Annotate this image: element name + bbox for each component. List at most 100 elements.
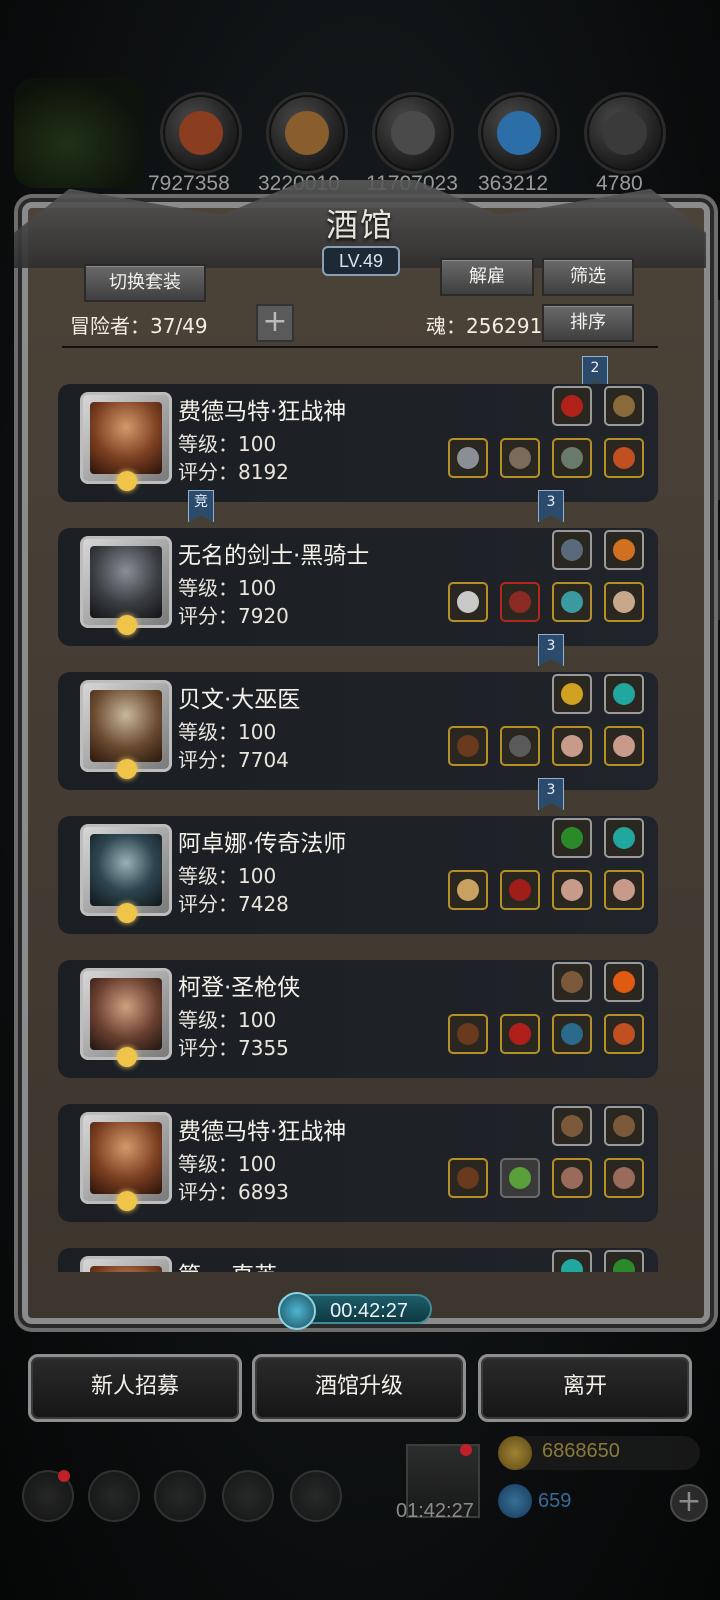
green-tome-icon[interactable] <box>604 1250 644 1272</box>
hero-portrait[interactable] <box>80 680 172 779</box>
add-slot-button[interactable]: + <box>256 304 294 342</box>
shell-icon[interactable] <box>604 582 644 622</box>
empty-armor-slot-icon[interactable] <box>500 1158 540 1198</box>
armor-icon[interactable] <box>500 582 540 622</box>
hero-list[interactable]: 2 费德马特·狂战神 等级：100 评分：8192 竞 3 无名的剑士·黑骑士 … <box>58 352 660 1272</box>
hero-level: 等级：100 <box>178 576 277 600</box>
crossbow-icon[interactable] <box>552 962 592 1002</box>
hero-name: 第一 直英 <box>178 1256 277 1272</box>
sword-icon[interactable] <box>448 582 488 622</box>
wand-icon[interactable] <box>448 870 488 910</box>
hero-name: 贝文·大巫医 <box>178 687 301 713</box>
soul-amount: 魂：256291 <box>426 314 543 338</box>
bracer-icon[interactable] <box>552 1158 592 1198</box>
hero-card[interactable]: 柯登·圣枪侠 等级：100 评分：7355 <box>58 960 658 1078</box>
moon-icon <box>117 1047 137 1067</box>
hero-score: 评分：7920 <box>178 604 289 628</box>
crossbow-icon[interactable] <box>604 1106 644 1146</box>
hero-name: 柯登·圣枪侠 <box>178 975 301 1001</box>
recruit-button[interactable]: 新人招募 <box>28 1354 242 1422</box>
hero-card[interactable]: 阿卓娜·传奇法师 等级：100 评分：7428 <box>58 816 658 934</box>
equipment-set-ribbon: 3 <box>538 634 564 666</box>
bracer-icon[interactable] <box>552 726 592 766</box>
hero-score: 评分：7355 <box>178 1036 289 1060</box>
panel-title: 酒馆 <box>325 206 394 244</box>
teal-gem-icon[interactable] <box>604 818 644 858</box>
fire-orb-icon[interactable] <box>604 962 644 1002</box>
hero-portrait[interactable] <box>80 824 172 923</box>
spear-icon[interactable] <box>448 1014 488 1054</box>
hero-card[interactable]: 第一 直英 <box>58 1248 658 1272</box>
meat-amount: 7927358 <box>148 172 230 195</box>
hero-card[interactable]: 费德马特·狂战神 等级：100 评分：6893 <box>58 1104 658 1222</box>
tavern-upgrade-button[interactable]: 酒馆升级 <box>252 1354 466 1422</box>
gem-amount: 659 <box>538 1490 572 1512</box>
hero-score: 评分：6893 <box>178 1180 289 1204</box>
ring-icon[interactable] <box>604 438 644 478</box>
crossbow-icon[interactable] <box>552 1106 592 1146</box>
pickaxe-icon[interactable] <box>604 386 644 426</box>
armor-icon[interactable] <box>500 438 540 478</box>
axe-icon[interactable] <box>448 438 488 478</box>
dismiss-button[interactable]: 解雇 <box>440 258 534 296</box>
scroll-icon[interactable] <box>552 386 592 426</box>
hero-card[interactable]: 费德马特·狂战神 等级：100 评分：8192 <box>58 384 658 502</box>
boots-icon[interactable] <box>552 438 592 478</box>
filter-button[interactable]: 筛选 <box>542 258 634 296</box>
switch-outfit-button[interactable]: 切换套装 <box>84 264 206 302</box>
hero-level: 等级：100 <box>178 864 277 888</box>
clock-icon <box>278 1292 316 1330</box>
hero-portrait[interactable] <box>80 536 172 635</box>
bracer-icon[interactable] <box>604 870 644 910</box>
book-icon[interactable] <box>552 530 592 570</box>
hero-name: 费德马特·狂战神 <box>178 1119 347 1145</box>
notification-dot <box>460 1444 472 1456</box>
sort-button[interactable]: 排序 <box>542 304 634 342</box>
hero-portrait[interactable] <box>80 968 172 1067</box>
bracer-icon[interactable] <box>552 870 592 910</box>
axe-icon[interactable] <box>448 1158 488 1198</box>
teal-gem-icon[interactable] <box>552 1250 592 1272</box>
hero-score: 评分：7428 <box>178 892 289 916</box>
hero-level: 等级：100 <box>178 432 277 456</box>
emblem-icon[interactable] <box>552 674 592 714</box>
bracer-icon[interactable] <box>604 726 644 766</box>
moon-icon <box>117 759 137 779</box>
gift-timer: 01:42:27 <box>396 1500 474 1522</box>
iron-icon[interactable] <box>584 92 666 174</box>
tavern-level-badge: LV.49 <box>322 246 400 276</box>
hero-name: 阿卓娜·传奇法师 <box>178 831 347 857</box>
stone-icon[interactable] <box>372 92 454 174</box>
leave-button[interactable]: 离开 <box>478 1354 692 1422</box>
amulet-icon[interactable] <box>552 582 592 622</box>
notification-dot <box>58 1470 70 1482</box>
bracer-icon[interactable] <box>604 1158 644 1198</box>
armor-icon[interactable] <box>500 1014 540 1054</box>
robe-icon[interactable] <box>500 870 540 910</box>
hero-score: 评分：8192 <box>178 460 289 484</box>
guild-icon[interactable] <box>88 1470 140 1522</box>
hero-card[interactable]: 贝文·大巫医 等级：100 评分：7704 <box>58 672 658 790</box>
hero-card[interactable]: 无名的剑士·黑骑士 等级：100 评分：7920 <box>58 528 658 646</box>
hero-portrait[interactable] <box>80 1256 172 1272</box>
wood-icon[interactable] <box>266 92 348 174</box>
equipment-set-ribbon: 3 <box>538 490 564 522</box>
meat-icon[interactable] <box>160 92 242 174</box>
hero-portrait[interactable] <box>80 1112 172 1211</box>
pumpkin-icon[interactable] <box>604 530 644 570</box>
hero-portrait[interactable] <box>80 392 172 491</box>
mail-icon[interactable] <box>222 1470 274 1522</box>
arena-tag: 竞 <box>188 490 214 522</box>
green-tome-icon[interactable] <box>552 818 592 858</box>
helmet-icon[interactable] <box>552 1014 592 1054</box>
add-currency-button[interactable]: + <box>670 1484 708 1522</box>
crystal-icon[interactable] <box>478 92 560 174</box>
building-icon[interactable] <box>154 1470 206 1522</box>
hero-name: 无名的剑士·黑骑士 <box>178 543 370 569</box>
teal-gem-icon[interactable] <box>604 674 644 714</box>
staff-icon[interactable] <box>448 726 488 766</box>
backpack-icon[interactable] <box>290 1470 342 1522</box>
ring-icon[interactable] <box>604 1014 644 1054</box>
armor-icon[interactable] <box>500 726 540 766</box>
moon-icon <box>117 615 137 635</box>
